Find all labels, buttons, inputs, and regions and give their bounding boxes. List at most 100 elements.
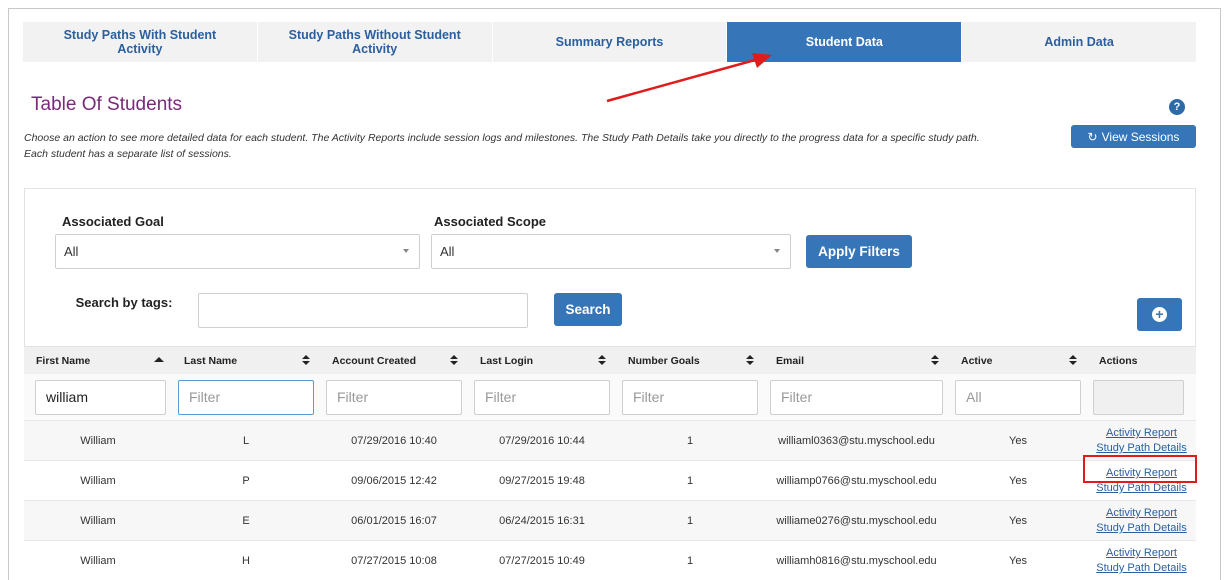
tags-label: Search by tags: [75,295,173,310]
goal-select[interactable]: All [55,234,420,269]
description-line-1: Choose an action to see more detailed da… [24,132,980,144]
cell-first-name: William [80,514,116,527]
col-number-goals[interactable]: Number Goals [616,347,764,374]
col-email[interactable]: Email [764,347,949,374]
cell-email: williamh0816@stu.myschool.edu [776,554,937,567]
col-label: Last Login [480,354,534,367]
cell-last-login: 09/27/2015 19:48 [499,474,585,487]
plus-circle-icon: + [1152,307,1167,322]
view-sessions-button[interactable]: ↻ View Sessions [1071,125,1196,148]
description-line-2: Each student has a separate list of sess… [24,147,232,160]
cell-last-login: 07/27/2015 10:49 [499,554,585,567]
cell-last-login: 07/29/2016 10:44 [499,434,585,447]
cell-account-created: 07/29/2016 10:40 [351,434,437,447]
study-path-details-link[interactable]: Study Path Details [1096,561,1187,575]
sort-asc-icon [154,357,164,369]
scope-select[interactable]: All [431,234,791,269]
actions-filter [1093,379,1184,415]
tags-search-input[interactable] [198,293,528,328]
page-title: Table Of Students [31,94,183,115]
sort-icon [931,355,939,367]
activity-report-link[interactable]: Activity Report [1106,506,1177,520]
study-path-details-link[interactable]: Study Path Details [1096,521,1187,535]
search-button[interactable]: Search [554,293,622,326]
account-created-filter[interactable]: Filter [326,379,462,415]
last-login-filter[interactable]: Filter [474,379,610,415]
last-name-filter[interactable]: Filter [178,379,314,415]
study-path-details-link[interactable]: Study Path Details [1096,441,1187,455]
annotation-highlight-box [1083,455,1197,483]
cell-first-name: William [80,554,116,567]
goal-select-value: All [64,244,79,259]
col-label: Last Name [184,354,238,367]
goal-label: Associated Goal [62,214,164,229]
sort-icon [302,355,310,367]
cell-email: williaml0363@stu.myschool.edu [778,434,935,447]
table-header: First Name Last Name Account Created Las… [24,346,1196,374]
col-last-login[interactable]: Last Login [468,347,616,374]
col-first-name[interactable]: First Name [24,347,172,374]
cell-active: Yes [1009,514,1027,527]
add-button[interactable]: + [1137,298,1182,331]
tab-admin-data[interactable]: Admin Data [962,22,1196,62]
tab-study-paths-with-activity[interactable]: Study Paths With Student Activity [23,22,257,62]
column-filter-row: william Filter Filter Filter Filter Filt… [24,374,1196,420]
active-filter[interactable]: All [955,379,1081,415]
chevron-down-icon [403,249,409,253]
sort-icon [450,355,458,367]
cell-active: Yes [1009,554,1027,567]
scope-label: Associated Scope [434,214,546,229]
col-active[interactable]: Active [949,347,1087,374]
col-label: First Name [36,354,91,367]
col-label: Active [961,354,993,367]
table-row: William P 09/06/2015 12:42 09/27/2015 19… [24,460,1196,500]
study-path-details-link[interactable]: Study Path Details [1096,481,1187,495]
page-description: Choose an action to see more detailed da… [24,131,1064,162]
view-sessions-label: View Sessions [1101,129,1180,144]
sort-icon [746,355,754,367]
cell-active: Yes [1009,474,1027,487]
cell-number-goals: 1 [686,514,694,527]
activity-report-link[interactable]: Activity Report [1106,426,1177,440]
cell-account-created: 07/27/2015 10:08 [351,554,437,567]
number-goals-filter[interactable]: Filter [622,379,758,415]
help-icon[interactable]: ? [1169,99,1185,115]
col-label: Actions [1099,354,1138,367]
first-name-filter[interactable]: william [35,379,166,415]
cell-email: williamp0766@stu.myschool.edu [776,474,937,487]
cell-actions: Activity Report Study Path Details [1087,501,1196,540]
cell-active: Yes [1009,434,1027,447]
cell-last-name: E [242,514,250,527]
cell-email: williame0276@stu.myschool.edu [776,514,937,527]
tab-student-data[interactable]: Student Data [727,22,962,62]
col-last-name[interactable]: Last Name [172,347,320,374]
cell-last-name: L [242,434,250,447]
activity-report-link[interactable]: Activity Report [1106,546,1177,560]
cell-number-goals: 1 [686,474,694,487]
cell-first-name: William [80,434,116,447]
col-account-created[interactable]: Account Created [320,347,468,374]
cell-number-goals: 1 [686,434,694,447]
cell-account-created: 09/06/2015 12:42 [351,474,437,487]
cell-last-login: 06/24/2015 16:31 [499,514,585,527]
email-filter[interactable]: Filter [770,379,943,415]
tab-summary-reports[interactable]: Summary Reports [492,22,727,62]
apply-filters-button[interactable]: Apply Filters [806,235,912,268]
cell-last-name: H [242,554,250,567]
cell-actions: Activity Report Study Path Details [1087,541,1196,580]
cell-first-name: William [80,474,116,487]
table-row: William E 06/01/2015 16:07 06/24/2015 16… [24,500,1196,540]
cell-last-name: P [242,474,250,487]
col-label: Account Created [332,354,417,367]
cell-number-goals: 1 [686,554,694,567]
chevron-down-icon [774,249,780,253]
cell-account-created: 06/01/2015 16:07 [351,514,437,527]
tab-study-paths-without-activity[interactable]: Study Paths Without Student Activity [257,22,492,62]
col-label: Number Goals [628,354,700,367]
scope-select-value: All [440,244,455,259]
table-row: William L 07/29/2016 10:40 07/29/2016 10… [24,420,1196,460]
table-row: William H 07/27/2015 10:08 07/27/2015 10… [24,540,1196,580]
report-tabs: Study Paths With Student Activity Study … [23,22,1196,62]
refresh-icon: ↻ [1087,129,1098,144]
col-label: Email [776,354,805,367]
